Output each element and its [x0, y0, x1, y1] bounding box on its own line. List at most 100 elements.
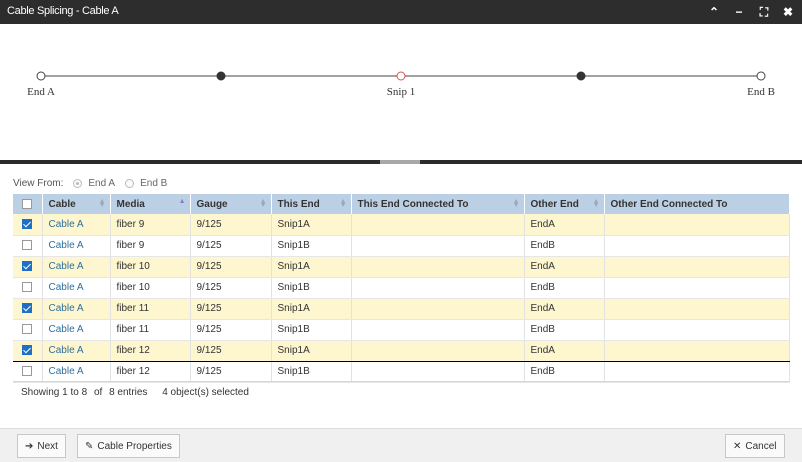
- gauge-cell: 9/125: [190, 256, 272, 278]
- row-select-cell[interactable]: [13, 277, 43, 299]
- diagram-node-3[interactable]: [576, 71, 586, 81]
- other-end-connected-cell: [604, 256, 790, 278]
- row-checkbox[interactable]: [22, 261, 33, 272]
- cable-cell[interactable]: Cable A: [42, 256, 111, 278]
- this-end-connected-cell: [351, 319, 525, 341]
- other-end-cell: EndB: [524, 361, 605, 383]
- gauge-cell: 9/125: [190, 361, 272, 383]
- minimize-icon[interactable]: −: [730, 3, 748, 21]
- this-end-cell: Snip1A: [271, 298, 352, 320]
- this-end-connected-cell: [351, 361, 525, 383]
- view-from-label: View From:: [13, 177, 64, 189]
- cancel-button-label: Cancel: [745, 440, 777, 452]
- diagram-node-0[interactable]: [36, 71, 46, 81]
- radio-end-b[interactable]: [125, 178, 135, 188]
- column-header-cable[interactable]: Cable ▲ ▼: [42, 194, 111, 214]
- other-end-cell: EndA: [524, 298, 605, 320]
- table-row[interactable]: Cable Afiber 9 9/125 Snip1A EndA: [13, 214, 790, 236]
- other-end-connected-cell: [604, 277, 790, 299]
- cable-cell[interactable]: Cable A: [42, 361, 111, 383]
- view-from-group: View From: End A End B: [13, 176, 167, 190]
- other-end-connected-cell: [604, 298, 790, 320]
- row-select-cell[interactable]: [13, 298, 43, 320]
- diagram-node-4[interactable]: [756, 71, 766, 81]
- entries-count: 8 entries: [109, 387, 148, 398]
- row-checkbox[interactable]: [22, 324, 33, 335]
- cable-cell[interactable]: Cable A: [42, 214, 111, 236]
- diagram-node-label: End A: [27, 86, 55, 98]
- table-row[interactable]: Cable Afiber 12 9/125 Snip1B EndB: [13, 361, 790, 383]
- row-select-cell[interactable]: [13, 256, 43, 278]
- other-end-cell: EndB: [524, 235, 605, 257]
- column-header-gauge[interactable]: Gauge ▲ ▼: [190, 194, 272, 214]
- pencil-icon: ✎: [85, 440, 94, 452]
- cable-cell[interactable]: Cable A: [42, 277, 111, 299]
- this-end-cell: Snip1A: [271, 339, 352, 362]
- media-cell: fiber 10: [110, 256, 191, 278]
- select-all-checkbox[interactable]: [22, 198, 33, 209]
- column-header-other-end[interactable]: Other End ▲ ▼: [524, 194, 605, 214]
- showing-range: Showing 1 to 8: [21, 387, 88, 398]
- this-end-cell: Snip1B: [271, 235, 352, 257]
- radio-end-b-label: End B: [140, 177, 168, 189]
- diagram-node-1[interactable]: [216, 71, 226, 81]
- next-button[interactable]: ➔ Next: [17, 434, 66, 458]
- row-select-cell[interactable]: [13, 361, 43, 383]
- column-header-media[interactable]: Media ▲: [110, 194, 191, 214]
- fiber-table: Cable ▲ ▼ Media ▲ Gauge ▲ ▼ This End ▲ ▼ This E…: [13, 194, 790, 383]
- close-icon: ✕: [733, 440, 742, 452]
- splitter-handle[interactable]: [380, 160, 420, 164]
- diagram-node-2[interactable]: [396, 71, 406, 81]
- column-header-this-end[interactable]: This End ▲ ▼: [271, 194, 352, 214]
- table-bottom-border: [13, 381, 789, 382]
- row-checkbox[interactable]: [22, 366, 33, 377]
- other-end-cell: EndB: [524, 277, 605, 299]
- row-checkbox[interactable]: [22, 345, 33, 356]
- diagram-node-label: Snip 1: [387, 86, 415, 98]
- other-end-cell: EndA: [524, 214, 605, 236]
- pane-splitter[interactable]: [0, 160, 802, 164]
- row-checkbox[interactable]: [22, 219, 33, 230]
- collapse-icon[interactable]: ⌃: [705, 3, 723, 21]
- cable-cell[interactable]: Cable A: [42, 298, 111, 320]
- media-cell: fiber 12: [110, 361, 191, 383]
- other-end-connected-cell: [604, 235, 790, 257]
- cable-properties-button[interactable]: ✎ Cable Properties: [77, 434, 180, 458]
- this-end-connected-cell: [351, 298, 525, 320]
- splice-diagram-svg: End A Snip 1 End B: [27, 71, 775, 98]
- media-cell: fiber 9: [110, 235, 191, 257]
- this-end-connected-cell: [351, 256, 525, 278]
- row-select-cell[interactable]: [13, 319, 43, 341]
- window-titlebar: Cable Splicing - Cable A ⌃ − ⛶ ✖: [0, 0, 802, 24]
- maximize-icon[interactable]: ⛶: [755, 3, 773, 21]
- gauge-cell: 9/125: [190, 319, 272, 341]
- radio-end-a[interactable]: [73, 178, 83, 188]
- select-all-header[interactable]: [13, 194, 43, 214]
- close-icon[interactable]: ✖: [779, 3, 797, 21]
- other-end-cell: EndB: [524, 319, 605, 341]
- cable-cell[interactable]: Cable A: [42, 319, 111, 341]
- this-end-cell: Snip1B: [271, 277, 352, 299]
- cancel-button[interactable]: ✕ Cancel: [725, 434, 785, 458]
- row-checkbox[interactable]: [22, 303, 33, 314]
- next-button-label: Next: [37, 440, 58, 452]
- table-row[interactable]: Cable Afiber 11 9/125 Snip1A EndA: [13, 298, 790, 320]
- table-row[interactable]: Cable Afiber 11 9/125 Snip1B EndB: [13, 319, 790, 341]
- media-cell: fiber 9: [110, 214, 191, 236]
- row-select-cell[interactable]: [13, 339, 43, 362]
- row-checkbox[interactable]: [22, 240, 33, 251]
- table-row[interactable]: Cable Afiber 10 9/125 Snip1A EndA: [13, 256, 790, 278]
- table-row[interactable]: Cable Afiber 9 9/125 Snip1B EndB: [13, 235, 790, 257]
- radio-end-a-label: End A: [88, 177, 116, 189]
- column-header-other-end-connected[interactable]: Other End Connected To: [604, 194, 790, 214]
- cable-cell[interactable]: Cable A: [42, 235, 111, 257]
- row-select-cell[interactable]: [13, 214, 43, 236]
- row-checkbox[interactable]: [22, 282, 33, 293]
- other-end-connected-cell: [604, 361, 790, 383]
- column-header-this-end-connected[interactable]: This End Connected To ▲ ▼: [351, 194, 525, 214]
- row-select-cell[interactable]: [13, 235, 43, 257]
- media-cell: fiber 11: [110, 319, 191, 341]
- cable-cell[interactable]: Cable A: [42, 339, 111, 362]
- table-row[interactable]: Cable Afiber 12 9/125 Snip1A EndA: [13, 339, 790, 362]
- table-row[interactable]: Cable Afiber 10 9/125 Snip1B EndB: [13, 277, 790, 299]
